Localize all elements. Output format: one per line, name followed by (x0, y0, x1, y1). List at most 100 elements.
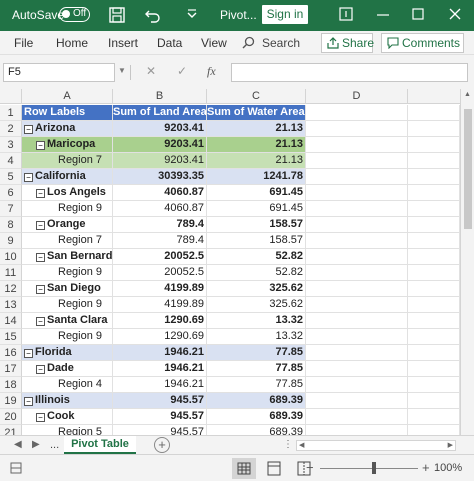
land-value[interactable]: 945.57 (113, 393, 207, 409)
cell[interactable] (408, 185, 460, 201)
row-header[interactable]: 19 (0, 393, 22, 409)
pivot-state-cell[interactable]: − Florida (22, 345, 113, 361)
land-value[interactable]: 4060.87 (113, 185, 207, 201)
zoom-in-icon[interactable]: + (422, 460, 430, 475)
cancel-icon[interactable]: ✕ (146, 64, 156, 78)
land-value[interactable]: 9203.41 (113, 137, 207, 153)
water-value[interactable]: 158.57 (207, 233, 306, 249)
formula-input[interactable] (231, 63, 468, 82)
row-header[interactable]: 4 (0, 153, 22, 169)
water-value[interactable]: 21.13 (207, 153, 306, 169)
cell[interactable] (408, 425, 460, 435)
collapse-icon[interactable]: − (24, 125, 33, 134)
cell[interactable] (408, 281, 460, 297)
menu-insert[interactable]: Insert (108, 36, 138, 50)
tab-prev-icon[interactable]: ◀ (14, 439, 22, 450)
column-header-b[interactable]: B (113, 89, 207, 104)
collapse-icon[interactable]: − (24, 397, 33, 406)
row-header[interactable]: 2 (0, 121, 22, 137)
row-header[interactable]: 3 (0, 137, 22, 153)
tab-next-icon[interactable]: ▶ (32, 439, 40, 450)
menu-home[interactable]: Home (56, 36, 88, 50)
land-value[interactable]: 20052.5 (113, 265, 207, 281)
collapse-icon[interactable]: − (36, 253, 45, 262)
land-value[interactable]: 9203.41 (113, 121, 207, 137)
cell[interactable] (306, 409, 408, 425)
column-header-a[interactable]: A (22, 89, 113, 104)
cell[interactable] (408, 233, 460, 249)
water-value[interactable]: 689.39 (207, 409, 306, 425)
maximize-icon[interactable] (411, 6, 425, 22)
row-header[interactable]: 20 (0, 409, 22, 425)
insert-function-icon[interactable]: fx (207, 64, 216, 79)
land-value[interactable]: 4199.89 (113, 297, 207, 313)
water-value[interactable]: 77.85 (207, 361, 306, 377)
cell[interactable] (408, 345, 460, 361)
cell[interactable] (306, 217, 408, 233)
close-icon[interactable] (448, 6, 462, 22)
collapse-icon[interactable]: − (24, 173, 33, 182)
pivot-county-cell[interactable]: − San Bernard (22, 249, 113, 265)
row-header[interactable]: 9 (0, 233, 22, 249)
cell[interactable] (306, 281, 408, 297)
row-header[interactable]: 12 (0, 281, 22, 297)
save-icon[interactable] (108, 6, 126, 24)
collapse-icon[interactable]: − (36, 189, 45, 198)
land-value[interactable]: 30393.35 (113, 169, 207, 185)
cell[interactable] (306, 297, 408, 313)
cell[interactable] (408, 105, 460, 121)
water-value[interactable]: 1241.78 (207, 169, 306, 185)
zoom-out-icon[interactable]: − (306, 460, 314, 475)
collapse-icon[interactable]: − (36, 317, 45, 326)
water-value[interactable]: 77.85 (207, 345, 306, 361)
share-button[interactable]: Share (321, 33, 374, 53)
menu-view[interactable]: View (201, 36, 227, 50)
land-value[interactable]: 789.4 (113, 217, 207, 233)
land-value[interactable]: 1290.69 (113, 329, 207, 345)
water-value[interactable]: 77.85 (207, 377, 306, 393)
cell[interactable] (408, 297, 460, 313)
pivot-header-water[interactable]: Sum of Water Area (207, 105, 306, 121)
spreadsheet-grid[interactable]: A B C D 1 Row Labels▼ Sum of Land Area S… (0, 89, 474, 435)
zoom-slider[interactable] (320, 468, 418, 469)
water-value[interactable]: 21.13 (207, 137, 306, 153)
water-value[interactable]: 691.45 (207, 185, 306, 201)
cell[interactable] (306, 377, 408, 393)
minimize-icon[interactable] (376, 6, 390, 22)
row-header[interactable]: 15 (0, 329, 22, 345)
pivot-header-land[interactable]: Sum of Land Area (113, 105, 207, 121)
namebox-dropdown-icon[interactable]: ▼ (118, 66, 126, 75)
cell[interactable] (408, 329, 460, 345)
collapse-icon[interactable]: − (24, 349, 33, 358)
cell[interactable] (306, 329, 408, 345)
customize-toolbar-icon[interactable] (183, 6, 201, 24)
cell[interactable] (408, 121, 460, 137)
pivot-county-cell[interactable]: − San Diego (22, 281, 113, 297)
scroll-right-icon[interactable]: ▶ (448, 441, 453, 449)
row-header[interactable]: 13 (0, 297, 22, 313)
collapse-icon[interactable]: − (36, 285, 45, 294)
row-header[interactable]: 17 (0, 361, 22, 377)
land-value[interactable]: 9203.41 (113, 153, 207, 169)
land-value[interactable]: 1946.21 (113, 345, 207, 361)
pivot-county-cell[interactable]: − Los Angels (22, 185, 113, 201)
zoom-slider-knob[interactable] (372, 462, 376, 474)
column-header-c[interactable]: C (207, 89, 306, 104)
row-header[interactable]: 21 (0, 425, 22, 435)
ribbon-display-icon[interactable] (339, 6, 353, 22)
cell[interactable] (408, 393, 460, 409)
collapse-icon[interactable]: − (36, 365, 45, 374)
water-value[interactable]: 691.45 (207, 201, 306, 217)
row-header[interactable]: 14 (0, 313, 22, 329)
cell[interactable] (408, 361, 460, 377)
cell[interactable] (306, 313, 408, 329)
tab-split-handle[interactable]: ⋮ (283, 439, 293, 450)
zoom-level[interactable]: 100% (434, 462, 462, 474)
cell[interactable] (408, 377, 460, 393)
pivot-region-cell[interactable]: Region 9 (22, 297, 113, 313)
scroll-up-icon[interactable]: ▲ (464, 91, 471, 98)
collapse-icon[interactable]: − (36, 413, 45, 422)
row-header[interactable]: 16 (0, 345, 22, 361)
cell[interactable] (408, 153, 460, 169)
water-value[interactable]: 52.82 (207, 249, 306, 265)
